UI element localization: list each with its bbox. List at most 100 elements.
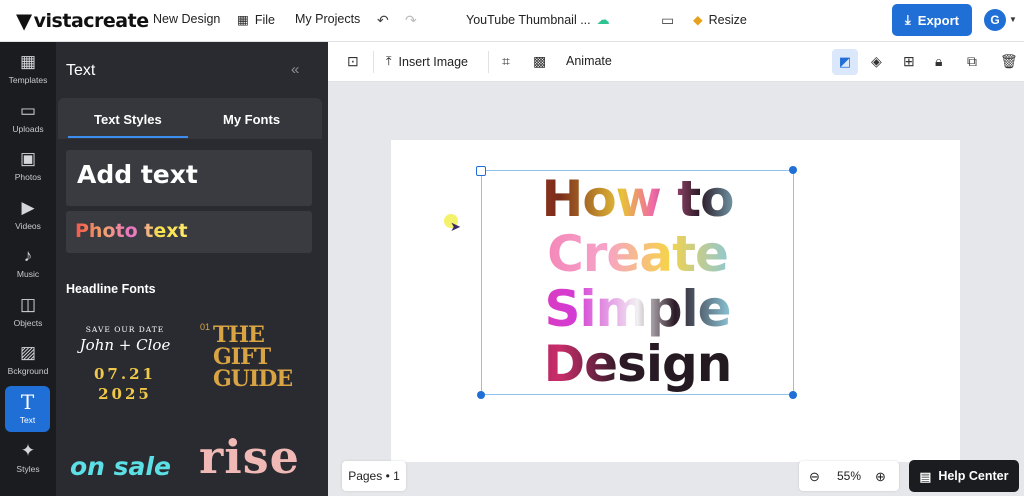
zoom-control: ⊖ 55% ⊕ xyxy=(799,461,899,491)
font-preset-save-the-date[interactable]: SAVE OUR DATE John + Cloe 07.21 2025 xyxy=(66,322,184,412)
rail-label: Music xyxy=(16,269,40,279)
left-rail: ▦ Templates ▭ Uploads ▣ Photos ▶ Videos … xyxy=(0,42,56,496)
video-icon: ▶ xyxy=(21,198,35,217)
pages-button[interactable]: Pages • 1 xyxy=(342,461,406,491)
zoom-level[interactable]: 55% xyxy=(837,469,861,483)
text-icon: T xyxy=(20,390,35,414)
font-preset-text: John + Cloe xyxy=(79,336,171,354)
rail-label: Photos xyxy=(14,172,42,182)
add-text-button[interactable]: Add text xyxy=(66,150,312,206)
font-preset-text: SAVE OUR DATE xyxy=(85,325,165,334)
upload-icon: ⤒ xyxy=(386,54,392,68)
crop-icon[interactable]: ⌗ xyxy=(502,53,510,70)
document-title[interactable]: YouTube Thumbnail ... ☁ xyxy=(466,12,610,28)
vistacreate-logo[interactable]: ▼ vistacreate xyxy=(16,9,149,33)
avatar-initial: G xyxy=(990,13,1000,27)
document-title-text: YouTube Thumbnail ... xyxy=(466,13,591,27)
layers-icon[interactable]: ◈ xyxy=(871,53,882,70)
resize-handle-top-right[interactable] xyxy=(789,166,797,174)
background-icon: ▨ xyxy=(19,343,37,362)
rail-item-videos[interactable]: ▶ Videos xyxy=(0,192,56,238)
top-bar: ▼ vistacreate New Design ▦ File My Proje… xyxy=(0,0,1024,42)
insert-image-label: Insert Image xyxy=(398,54,469,69)
diamond-icon: ◆ xyxy=(693,13,703,27)
headline-fonts-heading: Headline Fonts xyxy=(66,282,156,296)
duplicate-icon[interactable]: ⧉ xyxy=(967,53,977,70)
insert-image-button[interactable]: ⤒ Insert Image xyxy=(386,54,468,69)
rail-item-text[interactable]: T Text xyxy=(5,386,50,432)
shapes-icon: ◫ xyxy=(19,295,37,314)
panel-title: Text xyxy=(66,62,96,79)
text-panel: Text « Text Styles My Fonts Add text Pho… xyxy=(56,42,328,496)
resize-handle-bottom-right[interactable] xyxy=(789,391,797,399)
folder-icon: ▭ xyxy=(19,101,37,120)
image-icon: ▣ xyxy=(19,149,37,168)
tab-text-styles[interactable]: Text Styles xyxy=(94,112,162,127)
pages-label: Pages • 1 xyxy=(348,469,400,483)
help-center-label: Help Center xyxy=(938,469,1009,483)
rail-item-styles[interactable]: ✦ Styles xyxy=(0,435,56,481)
logo-text: vistacreate xyxy=(33,10,149,32)
export-label: Export xyxy=(917,12,959,28)
photo-text-label: Photo text xyxy=(75,220,188,242)
rail-item-music[interactable]: ♪ Music xyxy=(0,240,56,286)
help-center-button[interactable]: ▤ Help Center xyxy=(909,460,1019,492)
rail-item-uploads[interactable]: ▭ Uploads xyxy=(0,95,56,141)
animate-label: Animate xyxy=(566,54,612,68)
rail-item-objects[interactable]: ◫ Objects xyxy=(0,289,56,335)
panel-tabs: Text Styles My Fonts xyxy=(58,98,322,139)
trash-icon[interactable]: 🗑︎ xyxy=(1000,53,1018,70)
toolbar-divider xyxy=(373,51,374,73)
rail-item-templates[interactable]: ▦ Templates xyxy=(0,46,56,92)
rail-label: Templates xyxy=(8,75,48,85)
selection-box[interactable] xyxy=(481,170,794,395)
my-projects-button[interactable]: My Projects xyxy=(295,12,360,26)
rail-item-background[interactable]: ▨ Bckground xyxy=(0,337,56,383)
sparkle-icon: ✦ xyxy=(20,441,36,460)
transparency-icon[interactable]: ▩ xyxy=(533,53,546,70)
font-preset-on-sale[interactable]: on sale xyxy=(70,452,171,481)
cloud-saved-icon: ☁ xyxy=(596,12,610,27)
tab-my-fonts[interactable]: My Fonts xyxy=(223,112,280,127)
font-preset-rise[interactable]: rise xyxy=(199,430,300,484)
group-handle-icon[interactable] xyxy=(476,166,486,176)
active-tab-indicator xyxy=(68,136,188,138)
undo-icon[interactable]: ↶ xyxy=(377,12,389,29)
align-icon[interactable]: ⊞ xyxy=(903,53,915,70)
rail-label: Objects xyxy=(13,318,43,328)
rail-label: Videos xyxy=(15,221,41,231)
export-button[interactable]: ⤓ Export xyxy=(892,4,972,36)
zoom-in-icon[interactable]: ⊕ xyxy=(875,469,886,485)
file-menu-button[interactable]: ▦ File xyxy=(237,12,275,28)
new-design-button[interactable]: New Design xyxy=(153,12,220,26)
toolbar-divider xyxy=(488,51,489,73)
music-icon: ♪ xyxy=(23,246,33,265)
chevron-down-icon[interactable]: ▼ xyxy=(1009,15,1017,24)
photo-text-button[interactable]: Photo text xyxy=(66,211,312,253)
font-preset-number: 01 xyxy=(200,322,211,332)
resize-button[interactable]: ◆ Resize xyxy=(693,12,747,28)
font-preset-gift-guide[interactable]: 01 THE GIFT GUIDE xyxy=(199,320,319,414)
mask-icon[interactable]: ◩ xyxy=(832,49,858,75)
download-icon: ⤓ xyxy=(905,12,911,27)
lock-icon[interactable]: 🔒︎ xyxy=(935,53,942,70)
rail-label: Bckground xyxy=(7,366,49,376)
rail-label: Styles xyxy=(16,464,40,474)
chat-icon: ▤ xyxy=(919,469,932,484)
collapse-panel-icon[interactable]: « xyxy=(291,61,299,78)
rail-label: Text xyxy=(19,415,36,425)
rail-item-photos[interactable]: ▣ Photos xyxy=(0,143,56,189)
position-icon[interactable]: ⊡ xyxy=(347,53,359,70)
font-preset-title: THE GIFT GUIDE xyxy=(213,322,293,392)
zoom-out-icon[interactable]: ⊖ xyxy=(809,469,820,485)
file-label: File xyxy=(254,12,275,27)
font-preset-text: 2025 xyxy=(98,385,152,403)
resize-handle-bottom-left[interactable] xyxy=(477,391,485,399)
mouse-pointer-icon: ➤ xyxy=(450,219,461,234)
comment-icon[interactable]: ▭ xyxy=(661,12,674,29)
animate-button[interactable]: Animate xyxy=(566,54,612,68)
avatar[interactable]: G xyxy=(984,9,1006,31)
editor-toolbar: ⊡ ⤒ Insert Image ⌗ ▩ Animate ◩ ◈ ⊞ 🔒︎ ⧉ … xyxy=(328,42,1024,82)
resize-label: Resize xyxy=(708,12,747,27)
redo-icon[interactable]: ↷ xyxy=(405,12,417,29)
